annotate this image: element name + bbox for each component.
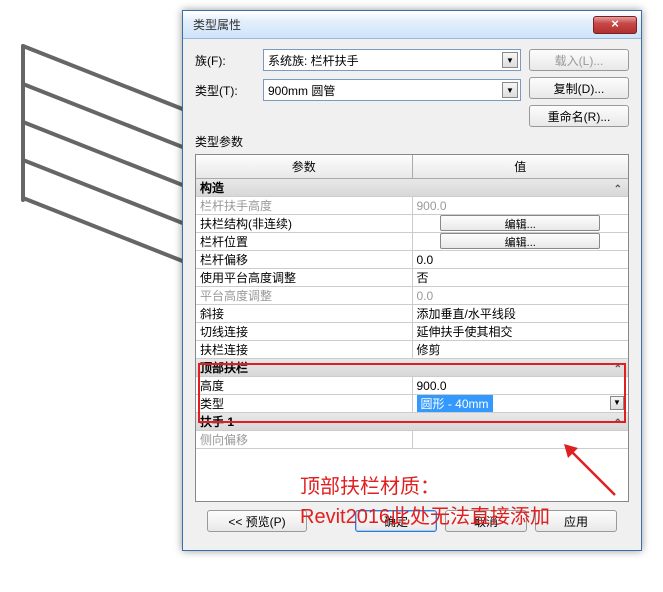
ok-button[interactable]: 确定	[355, 510, 437, 532]
chevron-down-icon[interactable]: ▼	[502, 82, 518, 98]
dialog-title: 类型属性	[193, 16, 593, 33]
apply-button[interactable]: 应用	[535, 510, 617, 532]
col-param: 参数	[196, 155, 413, 178]
table-row: 扶栏连接修剪	[196, 341, 628, 359]
table-row: 扶栏结构(非连续)编辑...	[196, 215, 628, 233]
preview-button[interactable]: << 预览(P)	[207, 510, 307, 532]
type-combo[interactable]: 900mm 圆管 ▼	[263, 79, 521, 101]
table-row: 切线连接延伸扶手使其相交	[196, 323, 628, 341]
type-selected-value: 圆形 - 40mm	[417, 395, 493, 412]
table-row: 栏杆偏移0.0	[196, 251, 628, 269]
duplicate-button[interactable]: 复制(D)...	[529, 77, 629, 99]
type-label: 类型(T):	[195, 82, 255, 99]
cancel-button[interactable]: 取消	[445, 510, 527, 532]
type-properties-dialog: 类型属性 × 族(F): 系统族: 栏杆扶手 ▼ 类型(T): 900mm 圆管…	[182, 10, 642, 551]
col-value: 值	[413, 155, 629, 178]
type-cell[interactable]: 圆形 - 40mm ▼	[413, 395, 629, 412]
chevron-down-icon[interactable]: ▼	[502, 52, 518, 68]
type-value: 900mm 圆管	[268, 82, 335, 99]
close-button[interactable]: ×	[593, 16, 637, 34]
category-top-rail[interactable]: 顶部扶栏⌃	[196, 359, 628, 377]
category-construction[interactable]: 构造⌃	[196, 179, 628, 197]
dialog-footer: << 预览(P) 确定 取消 应用	[195, 502, 629, 540]
edit-button[interactable]: 编辑...	[440, 215, 600, 231]
family-combo[interactable]: 系统族: 栏杆扶手 ▼	[263, 49, 521, 71]
table-row: 斜接添加垂直/水平线段	[196, 305, 628, 323]
titlebar[interactable]: 类型属性 ×	[183, 11, 641, 39]
table-row: 使用平台高度调整否	[196, 269, 628, 287]
chevron-down-icon[interactable]: ▼	[610, 396, 624, 410]
railing-preview	[5, 40, 205, 280]
collapse-icon[interactable]: ⌃	[614, 181, 622, 199]
family-value: 系统族: 栏杆扶手	[268, 52, 359, 69]
category-handrail-1[interactable]: 扶手 1⌃	[196, 413, 628, 431]
table-row: 侧向偏移	[196, 431, 628, 449]
table-row: 栏杆位置编辑...	[196, 233, 628, 251]
params-grid[interactable]: 参数 值 构造⌃ 栏杆扶手高度900.0 扶栏结构(非连续)编辑... 栏杆位置…	[195, 154, 629, 502]
rename-button[interactable]: 重命名(R)...	[529, 105, 629, 127]
table-row: 栏杆扶手高度900.0	[196, 197, 628, 215]
table-row-type: 类型圆形 - 40mm▼	[196, 395, 628, 413]
type-params-label: 类型参数	[195, 133, 629, 150]
load-button: 载入(L)...	[529, 49, 629, 71]
grid-header: 参数 值	[196, 155, 628, 179]
table-row: 高度900.0	[196, 377, 628, 395]
family-label: 族(F):	[195, 52, 255, 69]
edit-button[interactable]: 编辑...	[440, 233, 600, 249]
table-row: 平台高度调整0.0	[196, 287, 628, 305]
collapse-icon[interactable]: ⌃	[614, 361, 622, 379]
collapse-icon[interactable]: ⌃	[614, 415, 622, 433]
